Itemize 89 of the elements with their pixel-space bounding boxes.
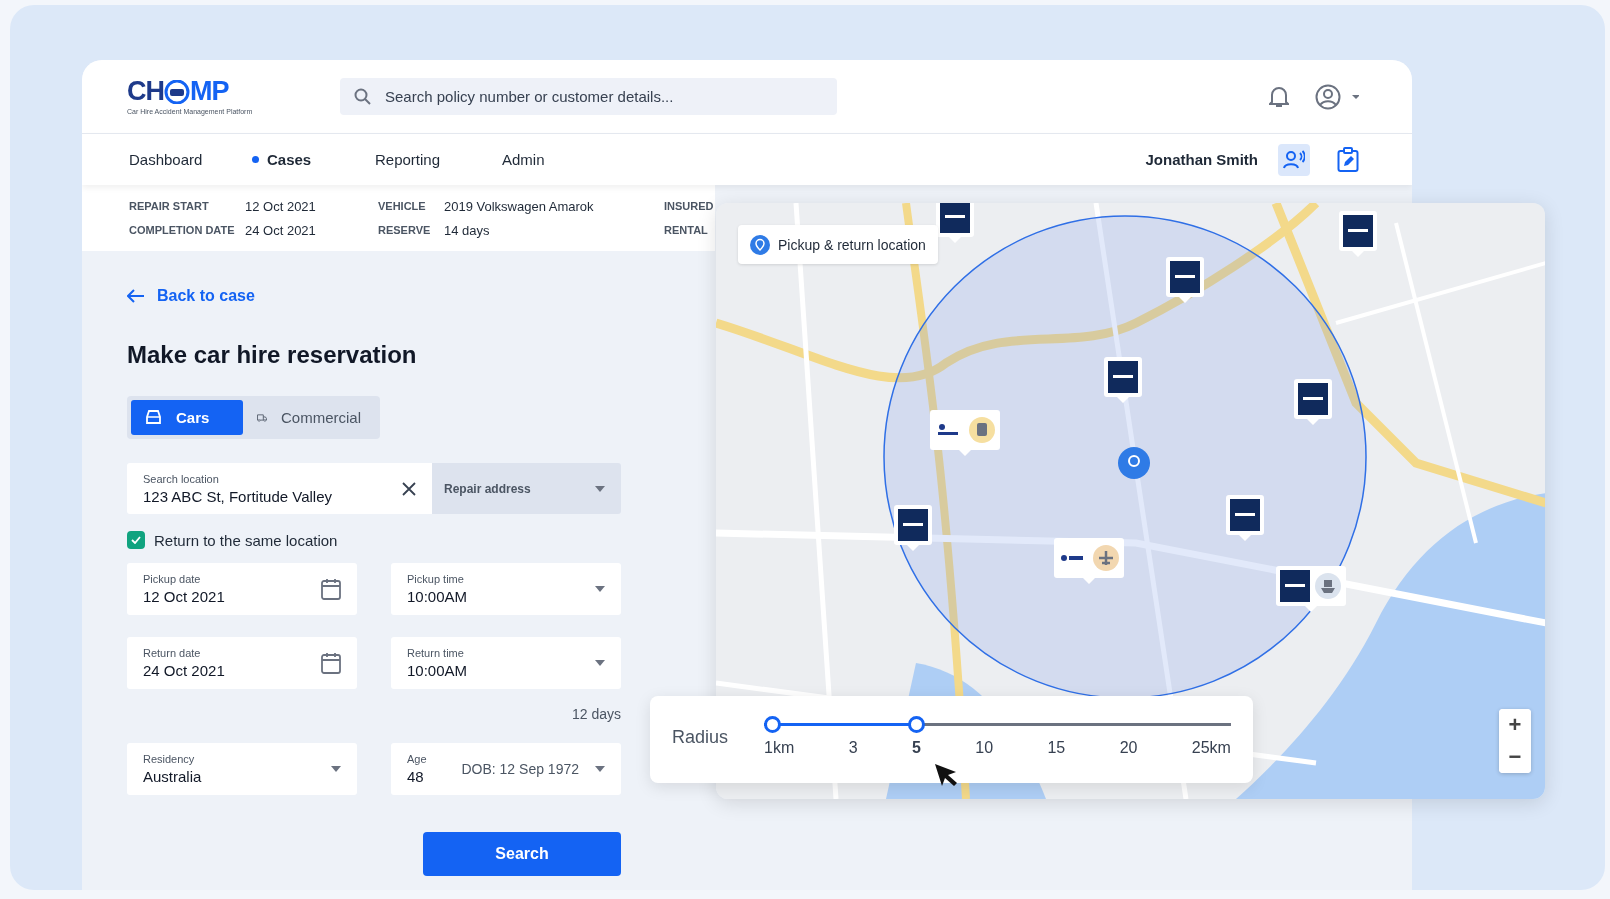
date-field[interactable]: Return date 24 Oct 2021 bbox=[127, 637, 357, 689]
logo-text: CH bbox=[127, 78, 164, 105]
summary-value: 2019 Volkswagen Amarok bbox=[444, 198, 595, 214]
time-select[interactable]: Return time 10:00AM bbox=[391, 637, 621, 689]
field-label: Return date bbox=[143, 647, 202, 659]
search-field[interactable]: Search policy number or customer details... bbox=[340, 78, 837, 115]
radius-tick-label[interactable]: 10 bbox=[975, 739, 994, 757]
summary-label: INSURED bbox=[664, 200, 715, 212]
summary-label: RENTAL bbox=[664, 224, 709, 236]
summary-value: 12 Oct 2021 bbox=[245, 198, 317, 214]
search-input[interactable]: Search policy number or customer details... bbox=[383, 87, 823, 106]
radius-tick-label[interactable]: 25km bbox=[1191, 739, 1231, 757]
map-marker-icon[interactable] bbox=[1339, 211, 1377, 257]
dob-text: DOB: 12 Sep 1972 bbox=[461, 761, 579, 777]
field-label: Return time bbox=[407, 647, 465, 659]
nav-tab[interactable]: Cases bbox=[252, 151, 375, 168]
car-icon bbox=[145, 410, 162, 425]
summary-label: RESERVE bbox=[378, 224, 432, 236]
summary-label: VEHICLE bbox=[378, 200, 427, 212]
bell-icon[interactable] bbox=[1269, 85, 1289, 108]
summary-label: REPAIR START bbox=[129, 200, 210, 212]
address-type-select[interactable]: Repair address bbox=[432, 463, 621, 514]
mouse-cursor-icon bbox=[934, 763, 958, 789]
zoom-in-button[interactable]: + bbox=[1499, 709, 1531, 741]
nav-tab[interactable]: Reporting bbox=[375, 151, 502, 168]
map-marker-icon[interactable] bbox=[1276, 566, 1346, 612]
summary-value: 24 Oct 2021 bbox=[245, 222, 317, 238]
map-marker-icon[interactable] bbox=[894, 505, 932, 551]
dropdown-caret-icon bbox=[595, 586, 605, 592]
radius-tick-label[interactable]: 1km bbox=[764, 739, 795, 757]
map-marker-icon[interactable] bbox=[930, 410, 1000, 456]
zoom-out-button[interactable]: − bbox=[1499, 741, 1531, 773]
field-label: Search location bbox=[143, 472, 220, 485]
field-value: 10:00AM bbox=[407, 588, 469, 605]
vehicle-type-tab[interactable]: Cars bbox=[131, 400, 243, 435]
radius-tick-label[interactable]: 5 bbox=[911, 739, 921, 757]
summary-value: 14 days bbox=[444, 222, 491, 238]
map-marker-icon[interactable] bbox=[1166, 257, 1204, 303]
page-title: Make car hire reservation bbox=[127, 341, 418, 369]
vehicle-type-tab[interactable]: Commercial bbox=[243, 400, 375, 435]
car-logo-icon bbox=[164, 79, 190, 104]
account-icon[interactable] bbox=[1315, 83, 1359, 110]
dropdown-caret-icon bbox=[595, 766, 605, 772]
radius-label: Radius bbox=[672, 727, 729, 748]
clear-icon[interactable] bbox=[402, 481, 416, 496]
radius-tick-label[interactable]: 20 bbox=[1119, 739, 1138, 757]
search-button[interactable]: Search bbox=[423, 832, 621, 876]
back-link[interactable]: Back to case bbox=[127, 287, 255, 305]
residency-select[interactable]: Residency Australia bbox=[127, 743, 357, 795]
field-value: 24 Oct 2021 bbox=[143, 662, 226, 679]
field-label: Pickup time bbox=[407, 573, 465, 585]
field-label: Residency bbox=[143, 753, 196, 765]
map-marker-icon[interactable] bbox=[1054, 538, 1124, 584]
summary-label: COMPLETION DATE bbox=[129, 224, 236, 236]
age-select[interactable]: Age 48 DOB: 12 Sep 1972 bbox=[391, 743, 621, 795]
same-location-checkbox[interactable]: Return to the same location bbox=[127, 531, 621, 549]
field-label: Pickup date bbox=[143, 573, 202, 585]
calendar-icon bbox=[321, 578, 341, 600]
dropdown-caret-icon bbox=[595, 485, 605, 492]
dropdown-caret-icon bbox=[331, 766, 341, 772]
map-marker-icon[interactable] bbox=[1104, 357, 1142, 403]
map-marker-icon[interactable] bbox=[1294, 379, 1332, 425]
field-value: 10:00AM bbox=[407, 662, 469, 679]
map-marker-icon[interactable] bbox=[936, 203, 974, 243]
radius-slider[interactable] bbox=[764, 716, 1231, 733]
field-value: 48 bbox=[407, 768, 425, 785]
nav-tab[interactable]: Dashboard bbox=[129, 151, 252, 168]
date-field[interactable]: Pickup date 12 Oct 2021 bbox=[127, 563, 357, 615]
back-arrow-icon bbox=[127, 289, 145, 303]
radius-tick-label[interactable]: 3 bbox=[848, 739, 858, 757]
calendar-icon bbox=[321, 652, 341, 674]
search-icon bbox=[354, 88, 371, 105]
location-label: Pickup & return location bbox=[738, 225, 938, 264]
location-pin-icon bbox=[750, 234, 770, 255]
contact-button[interactable] bbox=[1278, 143, 1310, 176]
field-value: 12 Oct 2021 bbox=[143, 588, 226, 605]
logo-text: MP bbox=[190, 78, 229, 105]
field-label: Age bbox=[407, 753, 428, 765]
field-value: Australia bbox=[143, 768, 203, 785]
user-name: Jonathan Smith bbox=[1145, 151, 1258, 168]
map-marker-icon[interactable] bbox=[1226, 495, 1264, 541]
time-select[interactable]: Pickup time 10:00AM bbox=[391, 563, 621, 615]
location-field[interactable]: Search location 123 ABC St, Fortitude Valley bbox=[127, 463, 432, 514]
radius-tick-label[interactable]: 15 bbox=[1047, 739, 1066, 757]
duration-text: 12 days bbox=[571, 706, 621, 722]
dropdown-caret-icon bbox=[595, 660, 605, 666]
field-value: 123 ABC St, Fortitude Valley bbox=[143, 487, 333, 505]
nav-tab[interactable]: Admin bbox=[502, 151, 545, 168]
checkmark-icon bbox=[131, 536, 141, 544]
